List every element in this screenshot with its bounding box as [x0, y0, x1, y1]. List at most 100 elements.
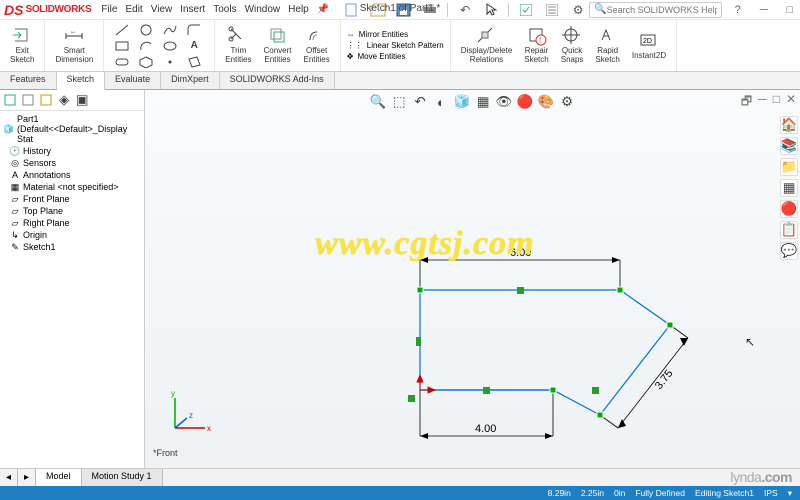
linear-pattern-button[interactable]: ⋮⋮Linear Sketch Pattern	[347, 41, 444, 50]
custom-props-icon[interactable]: 📋	[780, 221, 798, 239]
menu-file[interactable]: File	[101, 4, 117, 15]
config-manager-tab[interactable]	[38, 92, 54, 108]
dimxpert-manager-tab[interactable]: ◈	[56, 92, 72, 108]
forum-icon[interactable]: 💬	[780, 242, 798, 260]
tab-dimxpert[interactable]: DimXpert	[161, 72, 220, 89]
file-explorer-icon[interactable]: 📁	[780, 158, 798, 176]
smart-dimension-button[interactable]: ↔ SmartDimension	[51, 24, 97, 67]
graphics-minimize-icon[interactable]: ─	[758, 92, 767, 113]
plane-icon: ▱	[10, 194, 20, 204]
plane-tool[interactable]	[184, 55, 204, 69]
tree-root[interactable]: 🧊Part1 (Default<<Default>_Display Stat	[4, 113, 142, 145]
text-tool[interactable]: A	[184, 39, 204, 53]
menu-edit[interactable]: Edit	[125, 4, 142, 15]
view-settings-button[interactable]: ⚙	[558, 93, 576, 111]
view-orientation-button[interactable]: 🧊	[453, 93, 471, 111]
relation-coincident-icon[interactable]	[592, 387, 599, 394]
polygon-tool[interactable]	[136, 55, 156, 69]
help-button[interactable]: ?	[728, 3, 748, 17]
tab-addins[interactable]: SOLIDWORKS Add-Ins	[220, 72, 335, 89]
quick-snaps-button[interactable]: QuickSnaps	[557, 24, 588, 67]
tree-top-plane[interactable]: ▱Top Plane	[4, 205, 142, 217]
menu-window[interactable]: Window	[245, 4, 281, 15]
display-manager-tab[interactable]: ▣	[74, 92, 90, 108]
undo-button[interactable]: ↶	[454, 1, 476, 19]
menu-insert[interactable]: Insert	[180, 4, 205, 15]
select-button[interactable]	[480, 1, 502, 19]
status-more-icon[interactable]: ▾	[788, 488, 792, 499]
dimension-bottom[interactable]: 4.00	[420, 390, 553, 439]
instant2d-button[interactable]: 2D Instant2D	[628, 29, 670, 63]
repair-sketch-button[interactable]: ! RepairSketch	[520, 24, 552, 67]
offset-entities-button[interactable]: OffsetEntities	[300, 24, 334, 67]
tab-model[interactable]: Model	[36, 469, 82, 486]
menu-tools[interactable]: Tools	[213, 4, 236, 15]
edit-appearance-button[interactable]: 🔴	[516, 93, 534, 111]
previous-view-button[interactable]: ↶	[411, 93, 429, 111]
relation-vertical-icon[interactable]	[416, 337, 421, 346]
zoom-fit-button[interactable]: 🔍	[369, 93, 387, 111]
quick-snaps-label: QuickSnaps	[561, 47, 584, 65]
tab-sketch[interactable]: Sketch	[57, 72, 106, 90]
tree-sketch1[interactable]: ✎Sketch1	[4, 241, 142, 253]
rebuild-button[interactable]	[515, 1, 537, 19]
menu-help[interactable]: Help	[288, 4, 309, 15]
menu-view[interactable]: View	[151, 4, 173, 15]
relation-horizontal-icon[interactable]	[483, 387, 490, 394]
menu-pin-icon[interactable]: 📌	[317, 4, 329, 15]
document-title: Sketch1 of Part1 *	[360, 3, 441, 14]
slot-tool[interactable]	[112, 55, 132, 69]
relation-coincident-icon[interactable]	[408, 395, 415, 402]
tree-origin[interactable]: ↳Origin	[4, 229, 142, 241]
fillet-tool[interactable]	[184, 23, 204, 37]
trim-entities-button[interactable]: TrimEntities	[221, 24, 255, 67]
circle-tool[interactable]	[136, 23, 156, 37]
feature-tree-tab[interactable]	[2, 92, 18, 108]
options-button[interactable]	[541, 1, 563, 19]
tab-features[interactable]: Features	[0, 72, 57, 89]
tree-annotations[interactable]: AAnnotations	[4, 169, 142, 181]
tree-material[interactable]: ▦Material <not specified>	[4, 181, 142, 193]
view-palette-icon[interactable]: ▦	[780, 179, 798, 197]
apply-scene-button[interactable]: 🎨	[537, 93, 555, 111]
tree-right-plane[interactable]: ▱Right Plane	[4, 217, 142, 229]
appearances-icon[interactable]: 🔴	[780, 200, 798, 218]
zoom-area-button[interactable]: ⬚	[390, 93, 408, 111]
tabs-nav-right-icon[interactable]: ▸	[24, 472, 29, 483]
move-entities-button[interactable]: ✥Move Entities	[347, 52, 444, 61]
line-tool[interactable]	[112, 23, 132, 37]
graphics-close-icon[interactable]: ✕	[786, 92, 796, 113]
mirror-entities-button[interactable]: ⇔Mirror Entities	[347, 30, 444, 39]
tabs-nav-left-icon[interactable]: ◂	[6, 472, 11, 483]
settings-button[interactable]: ⚙	[567, 1, 589, 19]
display-delete-relations-button[interactable]: Display/DeleteRelations	[457, 24, 517, 67]
exit-sketch-button[interactable]: ExitSketch	[6, 24, 38, 67]
graphics-maximize-icon[interactable]: □	[773, 92, 780, 113]
tree-sensors[interactable]: ◎Sensors	[4, 157, 142, 169]
design-library-icon[interactable]: 📚	[780, 137, 798, 155]
minimize-button[interactable]: ─	[754, 3, 774, 17]
spline-tool[interactable]	[160, 23, 180, 37]
hide-show-button[interactable]: 👁	[495, 93, 513, 111]
convert-entities-button[interactable]: ConvertEntities	[260, 24, 296, 67]
rapid-sketch-button[interactable]: RapidSketch	[591, 24, 623, 67]
tree-history[interactable]: 🕑History	[4, 145, 142, 157]
dimension-side[interactable]: 3.75	[600, 325, 688, 428]
search-input[interactable]	[607, 5, 717, 15]
graphics-restore-icon[interactable]: 🗗	[741, 92, 752, 113]
relation-horizontal-icon[interactable]	[517, 287, 524, 294]
tree-front-plane[interactable]: ▱Front Plane	[4, 193, 142, 205]
rectangle-tool[interactable]	[112, 39, 132, 53]
arc-tool[interactable]	[136, 39, 156, 53]
section-view-button[interactable]: ◐	[432, 93, 450, 111]
tab-motion-study[interactable]: Motion Study 1	[82, 469, 163, 486]
tab-evaluate[interactable]: Evaluate	[105, 72, 161, 89]
sw-resources-icon[interactable]: 🏠	[780, 116, 798, 134]
point-tool[interactable]	[160, 55, 180, 69]
ellipse-tool[interactable]	[160, 39, 180, 53]
maximize-button[interactable]: □	[780, 3, 800, 17]
property-manager-tab[interactable]	[20, 92, 36, 108]
help-search[interactable]: 🔍	[589, 2, 721, 18]
graphics-area[interactable]: 🔍 ⬚ ↶ ◐ 🧊 ▦ 👁 🔴 🎨 ⚙ 🗗 ─ □ ✕ 🏠 📚 📁 ▦ 🔴 📋 …	[145, 90, 800, 468]
display-style-button[interactable]: ▦	[474, 93, 492, 111]
